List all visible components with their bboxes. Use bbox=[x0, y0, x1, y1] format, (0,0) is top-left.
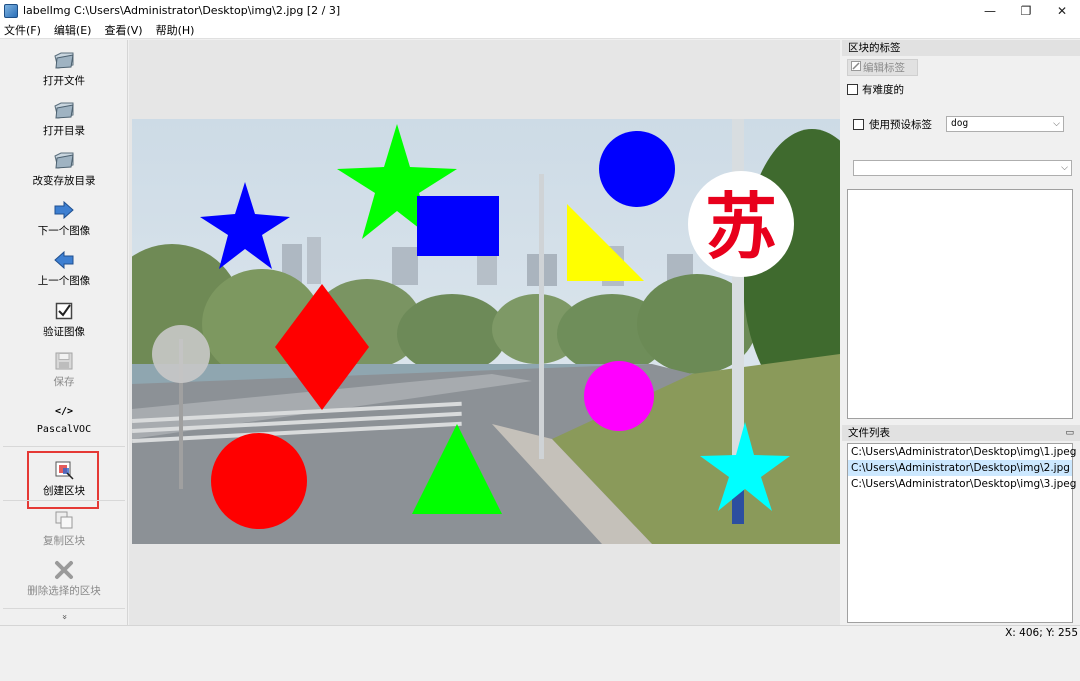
pencil-icon bbox=[851, 61, 861, 74]
file-list-item[interactable]: C:\Users\Administrator\Desktop\img\2.jpg bbox=[848, 460, 1072, 476]
window-title: labelImg C:\Users\Administrator\Desktop\… bbox=[23, 4, 341, 17]
format-label: PascalVOC bbox=[36, 424, 92, 435]
duplicate-box-label: 复制区块 bbox=[43, 535, 85, 547]
red-circle-shape bbox=[211, 433, 307, 529]
folder-icon bbox=[53, 49, 75, 71]
box-label-list[interactable] bbox=[847, 189, 1073, 419]
box-labels-title: 区块的标签 bbox=[842, 40, 1080, 56]
toolbar-divider bbox=[3, 446, 125, 447]
file-list-dock: 文件列表 ▭ C:\Users\Administrator\Desktop\im… bbox=[842, 425, 1080, 623]
left-toolbar: 打开文件 打开目录 改变存放目录 下一个图像 上一个图像 验证图像 保存 </>… bbox=[0, 40, 128, 625]
magenta-circle-shape bbox=[584, 361, 654, 431]
status-bar: X: 406; Y: 255 bbox=[0, 625, 1080, 641]
blue-rectangle-shape bbox=[417, 196, 499, 256]
maximize-button[interactable]: ❐ bbox=[1008, 0, 1044, 21]
open-dir-label: 打开目录 bbox=[43, 125, 85, 137]
menu-help[interactable]: 帮助(H) bbox=[156, 22, 195, 38]
difficult-label: 有难度的 bbox=[862, 84, 904, 96]
toolbar-divider bbox=[3, 500, 125, 501]
window-controls: — ❐ ✕ bbox=[972, 0, 1080, 21]
chevron-down-icon: ⌵ bbox=[1053, 119, 1060, 129]
use-default-row: 使用预设标签 bbox=[853, 117, 932, 132]
su-character: 苏 bbox=[705, 185, 777, 269]
change-save-dir-label: 改变存放目录 bbox=[32, 175, 96, 187]
right-panel: 区块的标签 编辑标签 有难度的 使用预设标签 dog ⌵ ⌵ 文件列表 ▭ C:… bbox=[842, 40, 1080, 625]
file-list-item[interactable]: C:\Users\Administrator\Desktop\img\1.jpe… bbox=[848, 444, 1076, 460]
use-default-label: 使用预设标签 bbox=[869, 119, 932, 131]
edit-label-button[interactable]: 编辑标签 bbox=[847, 59, 918, 76]
use-default-checkbox[interactable] bbox=[853, 119, 864, 130]
open-dir-button[interactable]: 打开目录 bbox=[0, 92, 128, 140]
duplicate-box-button[interactable]: 复制区块 bbox=[0, 502, 128, 550]
default-label-select[interactable]: dog ⌵ bbox=[946, 116, 1064, 132]
save-button[interactable]: 保存 bbox=[0, 343, 128, 391]
verify-image-button[interactable]: 验证图像 bbox=[0, 293, 128, 341]
toolbar-expand-icon[interactable]: » bbox=[59, 553, 69, 681]
prev-image-button[interactable]: 上一个图像 bbox=[0, 242, 128, 290]
image-canvas[interactable]: 苏 bbox=[132, 119, 840, 544]
open-file-label: 打开文件 bbox=[43, 75, 85, 87]
file-list-title: 文件列表 ▭ bbox=[842, 425, 1080, 441]
code-icon: </> bbox=[54, 405, 74, 417]
folder-icon bbox=[53, 149, 75, 171]
float-dock-icon[interactable]: ▭ bbox=[1065, 425, 1074, 441]
difficult-checkbox[interactable] bbox=[847, 84, 858, 95]
copy-icon bbox=[53, 509, 75, 531]
menu-bar: 文件(F) 编辑(E) 查看(V) 帮助(H) bbox=[0, 21, 1080, 39]
file-list[interactable]: C:\Users\Administrator\Desktop\img\1.jpe… bbox=[847, 443, 1076, 623]
minimize-button[interactable]: — bbox=[972, 0, 1008, 21]
cursor-coordinates: X: 406; Y: 255 bbox=[1005, 627, 1078, 639]
canvas-area[interactable]: 苏 bbox=[129, 40, 840, 625]
app-icon bbox=[4, 3, 18, 18]
title-bar: labelImg C:\Users\Administrator\Desktop\… bbox=[0, 0, 1080, 21]
save-label: 保存 bbox=[53, 376, 75, 388]
format-toggle-button[interactable]: </> PascalVOC bbox=[0, 393, 128, 441]
change-save-dir-button[interactable]: 改变存放目录 bbox=[0, 142, 128, 190]
menu-view[interactable]: 查看(V) bbox=[104, 22, 142, 38]
checkbox-check-icon bbox=[53, 300, 75, 322]
menu-file[interactable]: 文件(F) bbox=[4, 22, 41, 38]
open-file-button[interactable]: 打开文件 bbox=[0, 42, 128, 90]
next-image-button[interactable]: 下一个图像 bbox=[0, 192, 128, 240]
difficult-row: 有难度的 bbox=[847, 82, 904, 97]
label-combo-select[interactable]: ⌵ bbox=[853, 160, 1072, 176]
chevron-down-icon: ⌵ bbox=[1061, 163, 1068, 173]
prev-image-label: 上一个图像 bbox=[37, 275, 91, 287]
verify-image-label: 验证图像 bbox=[43, 326, 85, 338]
folder-icon bbox=[53, 99, 75, 121]
street-photo-with-shapes: 苏 bbox=[132, 119, 840, 544]
file-list-item[interactable]: C:\Users\Administrator\Desktop\img\3.jpe… bbox=[848, 476, 1076, 492]
file-list-title-text: 文件列表 bbox=[848, 427, 890, 439]
floppy-disk-icon bbox=[53, 350, 75, 372]
arrow-right-icon bbox=[53, 199, 75, 221]
edit-label-text: 编辑标签 bbox=[863, 62, 905, 74]
blue-circle-shape bbox=[599, 131, 675, 207]
close-button[interactable]: ✕ bbox=[1044, 0, 1080, 21]
next-image-label: 下一个图像 bbox=[37, 225, 91, 237]
default-label-value: dog bbox=[951, 118, 969, 129]
menu-edit[interactable]: 编辑(E) bbox=[54, 22, 92, 38]
arrow-left-icon bbox=[53, 249, 75, 271]
